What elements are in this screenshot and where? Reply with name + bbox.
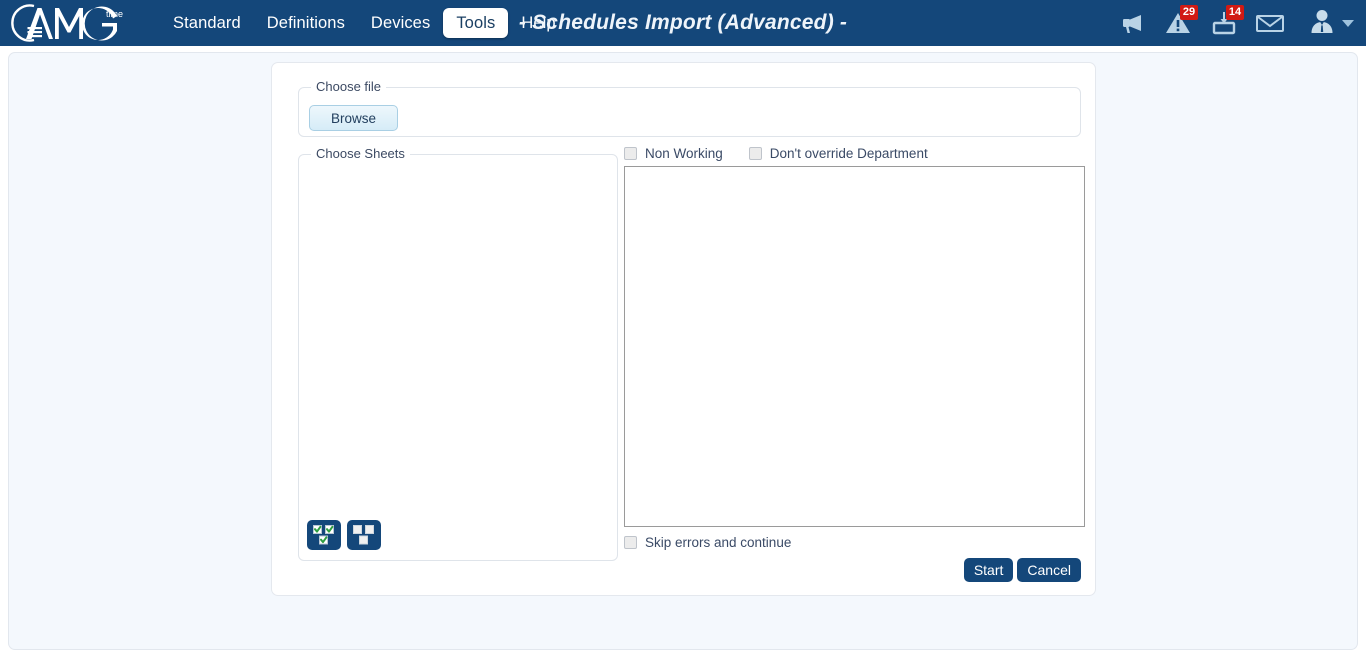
alerts-badge: 29 (1180, 5, 1198, 20)
non-working-checkbox[interactable] (624, 146, 637, 160)
skip-errors-row: Skip errors and continue (624, 535, 791, 550)
action-button-group: Start Cancel (963, 558, 1081, 582)
dont-override-department-checkbox[interactable] (748, 146, 762, 160)
header-icon-group: 29 14 (1109, 0, 1358, 46)
select-all-sheets-button[interactable] (307, 520, 341, 550)
skip-errors-checkbox-wrap[interactable]: Skip errors and continue (624, 535, 791, 550)
choose-sheets-group: Choose Sheets (298, 147, 618, 561)
sheet-action-buttons (307, 520, 381, 550)
dont-override-department-label: Don't override Department (769, 145, 928, 161)
nav-item-help[interactable]: Help (508, 8, 568, 38)
start-button[interactable]: Start (963, 558, 1014, 582)
deselect-all-sheets-button[interactable] (347, 520, 381, 550)
user-avatar-icon (1309, 8, 1335, 39)
megaphone-icon[interactable] (1109, 0, 1155, 46)
user-menu[interactable] (1293, 0, 1358, 46)
choose-file-legend: Choose file (316, 79, 382, 94)
nav-item-devices[interactable]: Devices (358, 8, 443, 38)
chevron-down-icon (1342, 19, 1354, 27)
nav-item-standard[interactable]: Standard (160, 8, 254, 38)
device-tray-icon[interactable]: 14 (1201, 0, 1247, 46)
choose-file-group: Choose file Browse (298, 80, 1081, 137)
devices-badge: 14 (1226, 5, 1244, 20)
browse-button[interactable]: Browse (309, 105, 398, 131)
skip-errors-label: Skip errors and continue (645, 535, 792, 550)
nav-item-definitions[interactable]: Definitions (254, 8, 358, 38)
schedules-import-form-panel: Choose file Browse Choose Sheets Non Wor… (271, 62, 1096, 596)
svg-text:time: time (106, 9, 123, 19)
import-log-textarea[interactable] (624, 166, 1085, 527)
warning-triangle-icon[interactable]: 29 (1155, 0, 1201, 46)
content-area: Choose file Browse Choose Sheets Non Wor… (8, 52, 1358, 650)
non-working-checkbox-wrap[interactable]: Non Working (624, 146, 723, 161)
cancel-button[interactable]: Cancel (1017, 558, 1081, 582)
non-working-label: Non Working (645, 145, 723, 161)
main-navigation: Standard Definitions Devices Tools Help (160, 8, 569, 38)
import-options-row: Non Working Don't override Department (624, 143, 928, 163)
skip-errors-checkbox[interactable] (624, 536, 637, 549)
dont-override-department-checkbox-wrap[interactable]: Don't override Department (748, 145, 928, 161)
amg-time-logo[interactable]: time (0, 0, 146, 46)
sheets-list[interactable] (299, 161, 617, 560)
nav-item-tools[interactable]: Tools (443, 8, 509, 38)
envelope-icon[interactable] (1247, 0, 1293, 46)
app-header: time Standard Definitions Devices Tools … (0, 0, 1366, 46)
choose-sheets-legend: Choose Sheets (316, 146, 405, 161)
